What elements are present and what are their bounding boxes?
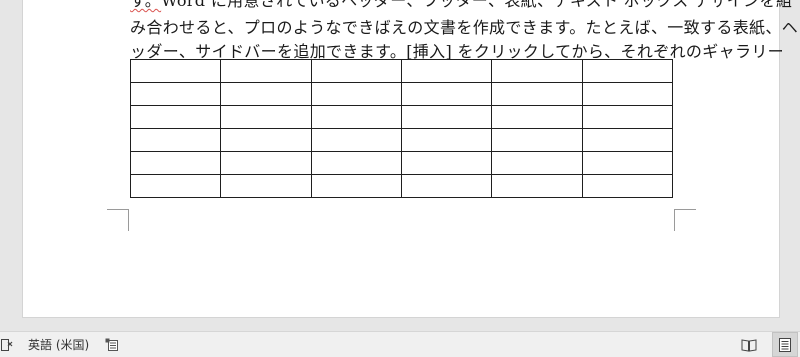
table-cell[interactable] bbox=[129, 151, 222, 175]
table-cell[interactable] bbox=[581, 105, 674, 129]
table-cell[interactable] bbox=[491, 128, 583, 152]
read-mode-icon[interactable] bbox=[738, 332, 760, 357]
language-indicator[interactable]: 英語 (米国) bbox=[24, 332, 93, 357]
table-cell[interactable] bbox=[491, 82, 583, 106]
crop-mark-left bbox=[107, 209, 129, 231]
table-cell[interactable] bbox=[220, 105, 312, 129]
body-text-line[interactable]: み合わせると、プロのようなできばえの文書を作成できます。たとえば、一致する表紙、… bbox=[130, 14, 798, 38]
print-layout-icon[interactable] bbox=[772, 332, 798, 357]
table-cell[interactable] bbox=[400, 59, 493, 83]
table-cell[interactable] bbox=[581, 174, 674, 198]
spelling-error-marker[interactable]: す。 bbox=[130, 0, 161, 10]
table-row bbox=[129, 128, 674, 152]
table-cell[interactable] bbox=[310, 151, 402, 175]
table-row bbox=[129, 82, 674, 106]
table-cell[interactable] bbox=[129, 174, 222, 198]
table-cell[interactable] bbox=[400, 174, 493, 198]
table-cell[interactable] bbox=[491, 59, 583, 83]
table-row bbox=[129, 174, 674, 198]
table-cell[interactable] bbox=[581, 59, 674, 83]
table-cell[interactable] bbox=[581, 151, 674, 175]
table-cell[interactable] bbox=[220, 151, 312, 175]
table-cell[interactable] bbox=[220, 128, 312, 152]
table-cell[interactable] bbox=[310, 174, 402, 198]
table-cell[interactable] bbox=[129, 105, 222, 129]
table-cell[interactable] bbox=[310, 105, 402, 129]
body-text-line[interactable]: す。Word に用意されているヘッダー、フッター、表紙、テキスト ボックス デザ… bbox=[130, 0, 792, 11]
table-cell[interactable] bbox=[129, 128, 222, 152]
table-cell[interactable] bbox=[220, 59, 312, 83]
body-text-fragment: Word に用意されているヘッダー、フッター、表紙、テキスト ボックス デザイン… bbox=[161, 0, 793, 10]
table-cell[interactable] bbox=[491, 105, 583, 129]
table-cell[interactable] bbox=[220, 82, 312, 106]
spellcheck-icon[interactable] bbox=[0, 332, 14, 357]
crop-mark-right bbox=[674, 209, 696, 231]
table-cell[interactable] bbox=[400, 105, 493, 129]
document-canvas: す。Word に用意されているヘッダー、フッター、表紙、テキスト ボックス デザ… bbox=[0, 0, 800, 331]
table-cell[interactable] bbox=[491, 151, 583, 175]
table-cell[interactable] bbox=[400, 151, 493, 175]
document-table[interactable] bbox=[129, 59, 674, 198]
table-cell[interactable] bbox=[220, 174, 312, 198]
table-cell[interactable] bbox=[310, 59, 402, 83]
table-row bbox=[129, 59, 674, 83]
table-cell[interactable] bbox=[129, 59, 222, 83]
table-cell[interactable] bbox=[400, 128, 493, 152]
table-cell[interactable] bbox=[581, 82, 674, 106]
table-cell[interactable] bbox=[400, 82, 493, 106]
table-cell[interactable] bbox=[310, 128, 402, 152]
table-cell[interactable] bbox=[310, 82, 402, 106]
status-bar: 英語 (米国) bbox=[0, 331, 800, 357]
table-cell[interactable] bbox=[129, 82, 222, 106]
document-page[interactable]: す。Word に用意されているヘッダー、フッター、表紙、テキスト ボックス デザ… bbox=[22, 0, 798, 318]
table-row bbox=[129, 151, 674, 175]
table-cell[interactable] bbox=[491, 174, 583, 198]
table-row bbox=[129, 105, 674, 129]
table-cell[interactable] bbox=[581, 128, 674, 152]
macro-recording-icon[interactable] bbox=[102, 332, 122, 357]
